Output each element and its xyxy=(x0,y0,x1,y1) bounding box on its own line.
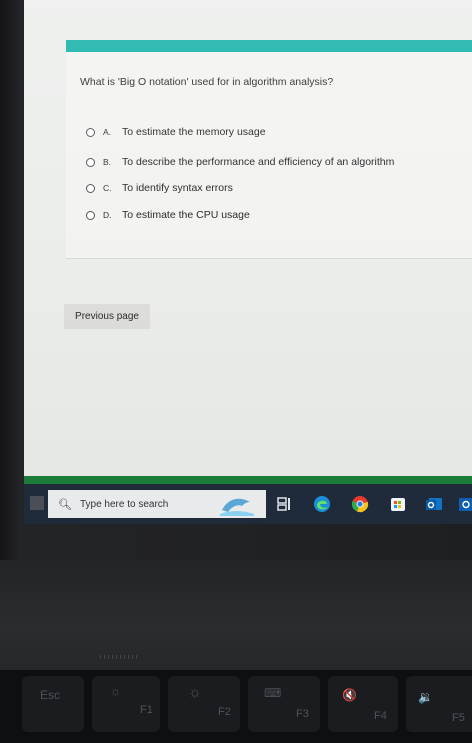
keyboard-backlight-icon: ⌨ xyxy=(264,686,282,700)
radio-icon[interactable] xyxy=(86,183,95,193)
key-label: F4 xyxy=(374,710,387,722)
option-c[interactable]: C. To identify syntax errors xyxy=(86,182,233,194)
key-f3[interactable]: ⌨ F3 xyxy=(248,676,320,732)
key-label: F1 xyxy=(140,704,153,716)
option-d[interactable]: D. To estimate the CPU usage xyxy=(86,209,250,221)
taskbar-search[interactable]: 🔍︎ Type here to search xyxy=(48,490,266,518)
outlook-icon[interactable] xyxy=(424,494,444,514)
question-card: What is 'Big O notation' used for in alg… xyxy=(66,52,472,259)
option-text: To describe the performance and efficien… xyxy=(122,156,395,168)
option-letter: C. xyxy=(103,183,112,193)
previous-page-button[interactable]: Previous page xyxy=(64,304,150,329)
task-view-icon[interactable] xyxy=(274,494,294,514)
option-text: To estimate the CPU usage xyxy=(122,209,250,221)
key-f4[interactable]: 🔇 F4 xyxy=(328,676,398,732)
mute-icon: 🔇 xyxy=(342,688,357,702)
key-label: Esc xyxy=(40,688,61,702)
screen: What is 'Big O notation' used for in alg… xyxy=(24,0,472,520)
key-label: F2 xyxy=(218,706,231,718)
key-esc[interactable]: Esc xyxy=(22,676,84,732)
option-letter: D. xyxy=(103,210,112,220)
option-text: To identify syntax errors xyxy=(122,182,233,194)
option-a[interactable]: A. To estimate the memory usage xyxy=(86,126,266,138)
option-letter: B. xyxy=(103,157,112,167)
key-f2[interactable]: ☼ F2 xyxy=(168,676,240,732)
key-label: F5 xyxy=(452,712,465,724)
option-text: To estimate the memory usage xyxy=(122,126,266,138)
key-label: F3 xyxy=(296,708,309,720)
key-f5[interactable]: 🔉 F5 xyxy=(406,676,472,732)
store-icon[interactable] xyxy=(388,494,408,514)
office-icon[interactable] xyxy=(456,494,472,514)
dolphin-icon xyxy=(220,498,254,516)
keyboard-deck xyxy=(0,560,472,670)
option-letter: A. xyxy=(103,127,112,137)
window-bottom-strip xyxy=(24,476,472,484)
speaker-grille xyxy=(100,655,140,659)
key-f1[interactable]: ☼ F1 xyxy=(92,676,160,732)
taskbar: 🔍︎ Type here to search xyxy=(24,484,472,524)
volume-down-icon: 🔉 xyxy=(418,690,433,704)
header-accent-bar xyxy=(66,40,472,52)
brightness-up-icon: ☼ xyxy=(188,684,202,701)
edge-icon[interactable] xyxy=(312,494,332,514)
chrome-icon[interactable] xyxy=(350,494,370,514)
laptop-bezel: What is 'Big O notation' used for in alg… xyxy=(0,0,472,560)
radio-icon[interactable] xyxy=(86,210,95,220)
start-button[interactable] xyxy=(30,496,44,510)
brightness-down-icon: ☼ xyxy=(110,684,121,698)
option-b[interactable]: B. To describe the performance and effic… xyxy=(86,156,394,168)
search-placeholder: Type here to search xyxy=(79,498,169,510)
search-icon: 🔍︎ xyxy=(58,498,72,511)
radio-icon[interactable] xyxy=(86,127,95,137)
radio-icon[interactable] xyxy=(86,157,95,167)
question-text: What is 'Big O notation' used for in alg… xyxy=(80,76,334,88)
